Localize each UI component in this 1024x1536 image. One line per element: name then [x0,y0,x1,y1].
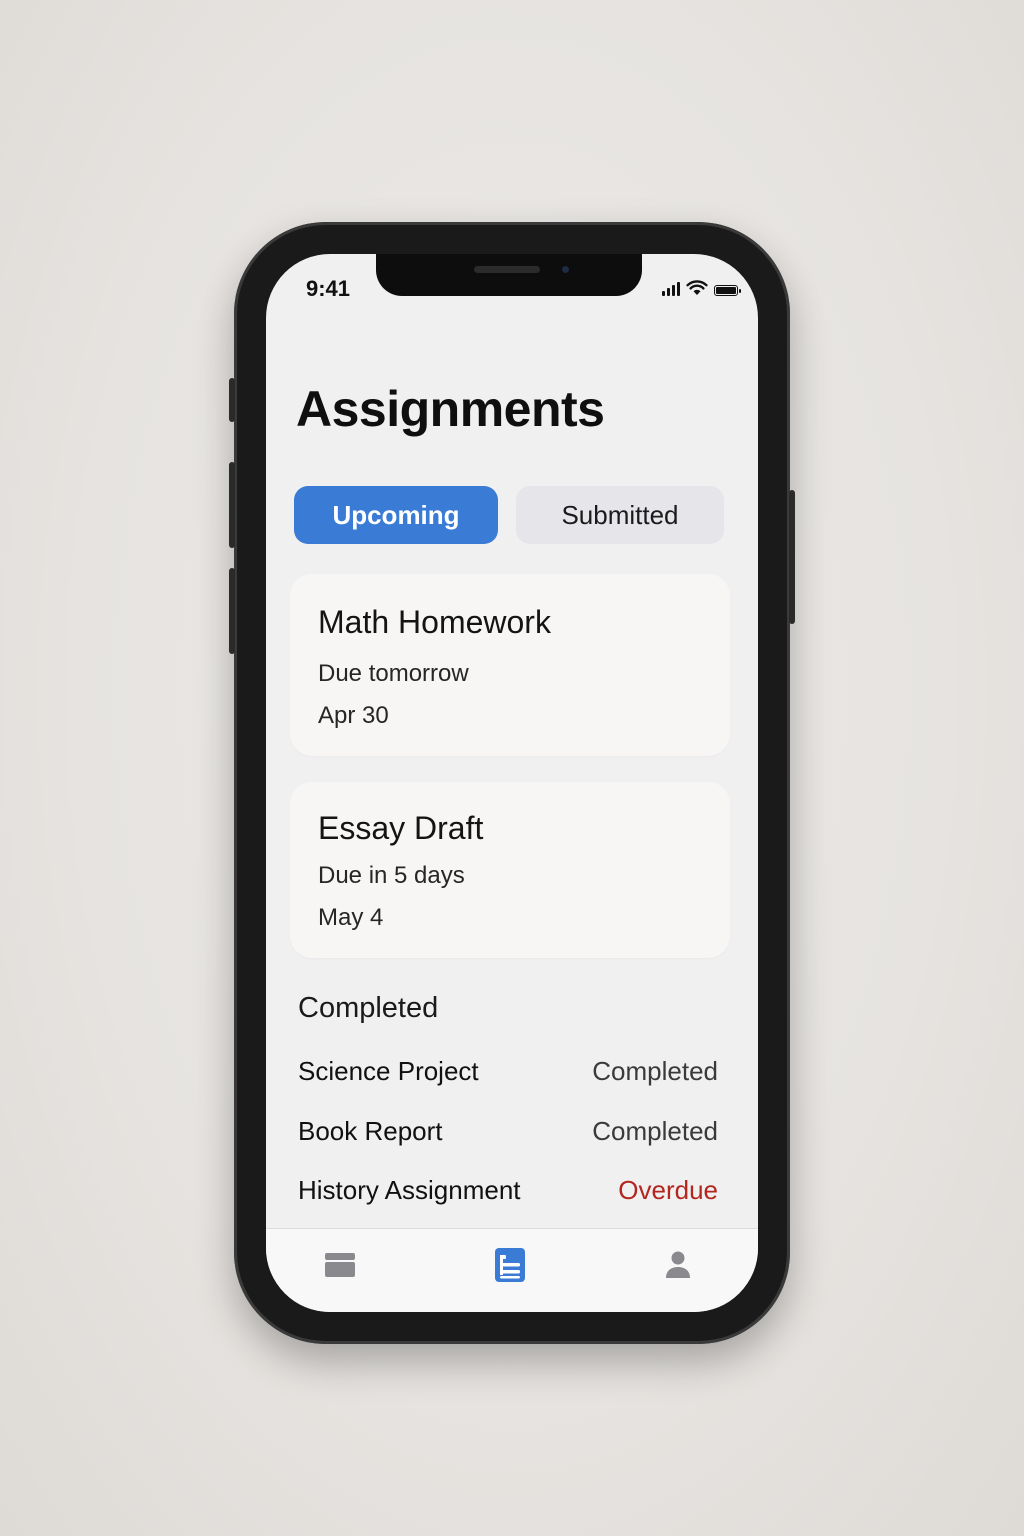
segmented-control: Upcoming Submitted [294,486,726,546]
status-label: Completed [592,1056,718,1086]
wifi-icon [686,280,708,295]
page-title: Assignments [296,381,605,437]
silent-switch [229,378,235,422]
tab-upcoming[interactable]: Upcoming [294,486,498,544]
status-label-overdue: Overdue [618,1175,718,1205]
list-item[interactable]: Book Report Completed [298,1116,718,1156]
assignment-date: Apr 30 [318,702,389,729]
cellular-signal-icon [662,282,680,296]
list-item-name: Book Report [298,1116,443,1146]
notch [376,254,642,296]
status-time: 9:41 [306,276,351,301]
list-item-name: Science Project [298,1056,479,1086]
speaker-grille [474,266,540,273]
tab-courses[interactable] [320,1245,360,1285]
assignment-title: Math Homework [318,604,551,640]
screen: 9:41 Assignments Upcoming Submitted Math… [266,254,758,1312]
assignment-date: May 4 [318,904,384,931]
profile-icon [666,1251,690,1278]
list-item[interactable]: Science Project Completed [298,1056,718,1096]
assignment-due-text: Due tomorrow [318,660,469,687]
assignments-icon [495,1248,525,1282]
volume-up-button [229,462,235,548]
battery-icon [714,285,741,296]
tab-profile[interactable] [658,1245,698,1285]
volume-down-button [229,568,235,654]
assignment-card[interactable]: Essay Draft Due in 5 days May 4 [290,782,730,958]
status-label: Completed [592,1116,718,1146]
tab-assignments[interactable] [490,1245,530,1285]
tab-bar [266,1228,758,1312]
assignment-due-text: Due in 5 days [318,862,465,889]
list-item[interactable]: History Assignment Overdue [298,1175,718,1215]
front-camera [562,266,569,273]
status-icons [662,278,741,296]
tab-submitted[interactable]: Submitted [516,486,724,544]
courses-icon [325,1253,355,1277]
power-button [789,490,795,624]
completed-section-heading: Completed [298,992,439,1024]
list-item-name: History Assignment [298,1175,521,1205]
assignment-card[interactable]: Math Homework Due tomorrow Apr 30 [290,574,730,756]
phone-frame: 9:41 Assignments Upcoming Submitted Math… [229,222,795,1344]
assignment-title: Essay Draft [318,810,484,846]
